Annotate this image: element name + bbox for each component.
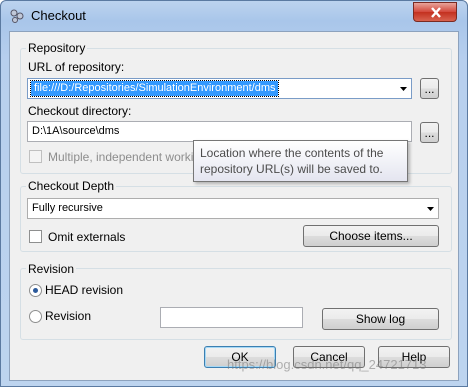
dropdown-arrow-icon: [427, 207, 434, 211]
revision-radio[interactable]: [29, 310, 42, 323]
omit-externals-checkbox[interactable]: [29, 230, 42, 243]
tooltip-line-2: repository URL(s) will be saved to.: [200, 162, 383, 176]
revision-label: Revision: [45, 309, 92, 323]
watermark: https://blog.csdn.net/qq_24721713: [227, 357, 427, 372]
dialog-body: Repository URL of repository: file:///D:…: [9, 31, 459, 381]
checkout-dir-input[interactable]: D:\1A\source\dms: [27, 121, 412, 142]
show-log-button[interactable]: Show log: [322, 308, 439, 330]
revision-group-label: Revision: [26, 262, 77, 276]
multiple-checkbox[interactable]: [29, 150, 42, 163]
directory-tooltip: Location where the contents of the repos…: [193, 140, 408, 182]
close-icon: [431, 7, 441, 18]
revision-input[interactable]: [160, 307, 303, 328]
window-title: Checkout: [31, 8, 86, 23]
dir-browse-button[interactable]: ...: [420, 122, 439, 143]
app-icon: [9, 8, 25, 24]
omit-externals-label: Omit externals: [48, 230, 126, 244]
checkout-dir-label: Checkout directory:: [28, 104, 132, 118]
repository-group-label: Repository: [26, 41, 88, 55]
head-revision-label: HEAD revision: [45, 283, 124, 297]
url-label: URL of repository:: [28, 60, 125, 74]
close-button[interactable]: [413, 2, 457, 22]
depth-group-label: Checkout Depth: [26, 179, 117, 193]
url-combobox[interactable]: file:///D:/Repositories/SimulationEnviro…: [27, 78, 412, 99]
title-bar[interactable]: Checkout: [1, 1, 467, 31]
url-value: file:///D:/Repositories/SimulationEnviro…: [29, 80, 280, 97]
multiple-label: Multiple, independent working c: [48, 150, 217, 164]
tooltip-line-1: Location where the contents of the: [200, 146, 384, 160]
depth-value: Fully recursive: [32, 202, 103, 214]
head-revision-radio[interactable]: [29, 284, 42, 297]
choose-items-button[interactable]: Choose items...: [303, 225, 439, 247]
dropdown-arrow-icon: [400, 87, 407, 91]
checkout-dialog: Checkout Repository URL of repository: f…: [0, 0, 468, 387]
depth-combobox[interactable]: Fully recursive: [27, 198, 439, 219]
url-browse-button[interactable]: ...: [420, 78, 439, 99]
